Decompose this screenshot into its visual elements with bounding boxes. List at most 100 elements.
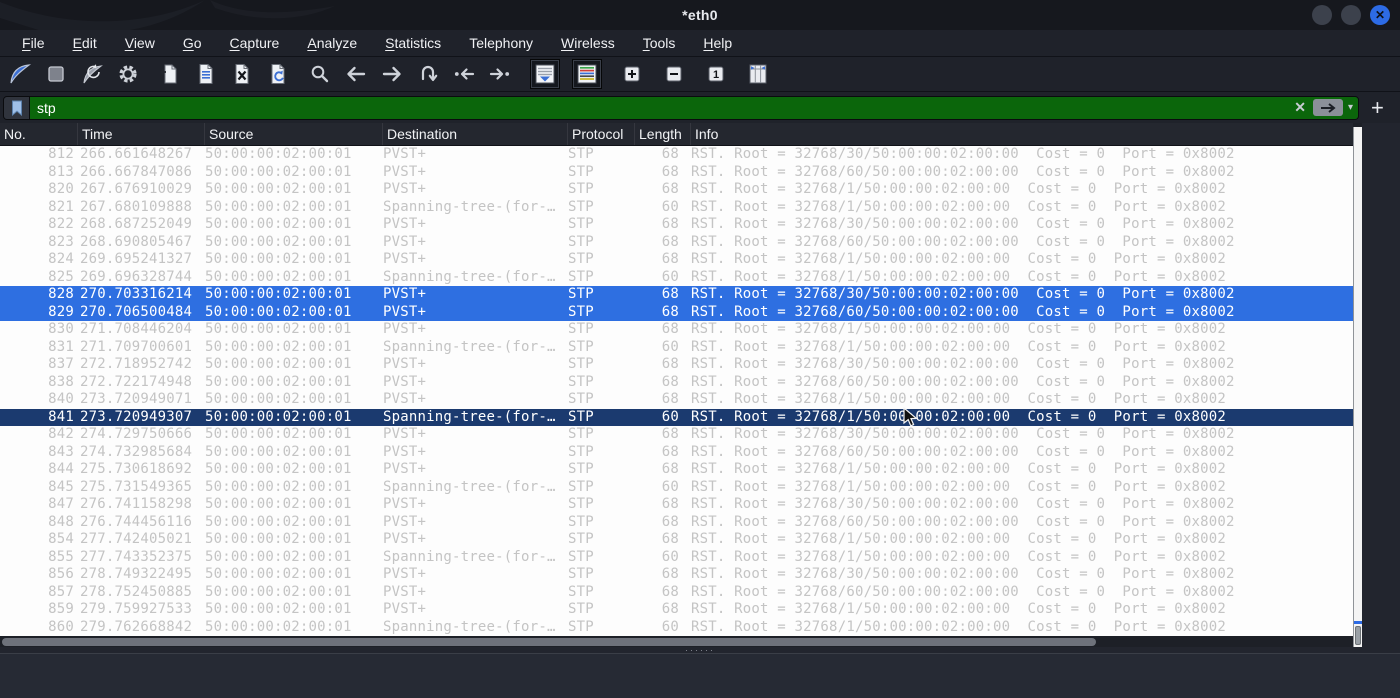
cell-time[interactable]: 277.743352375 (78, 549, 205, 567)
cell-destination[interactable]: PVST+ (383, 584, 568, 602)
cell-protocol[interactable]: STP (568, 199, 635, 217)
cell-destination[interactable]: PVST+ (383, 234, 568, 252)
cell-info[interactable]: RST. Root = 32768/1/50:00:00:02:00:00 Co… (685, 269, 1353, 287)
cell-time[interactable]: 269.696328744 (78, 269, 205, 287)
cell-protocol[interactable]: STP (568, 426, 635, 444)
cell-no[interactable]: 837 (0, 356, 78, 374)
cell-info[interactable]: RST. Root = 32768/30/50:00:00:02:00:00 C… (685, 216, 1353, 234)
cell-protocol[interactable]: STP (568, 531, 635, 549)
column-header-no[interactable]: No. (0, 123, 78, 145)
cell-protocol[interactable]: STP (568, 146, 635, 164)
cell-info[interactable]: RST. Root = 32768/1/50:00:00:02:00:00 Co… (685, 409, 1353, 427)
cell-length[interactable]: 68 (635, 391, 685, 409)
cell-no[interactable]: 843 (0, 444, 78, 462)
cell-no[interactable]: 820 (0, 181, 78, 199)
cell-no[interactable]: 842 (0, 426, 78, 444)
packet-row[interactable]: 820 267.676910029 50:00:00:02:00:01 PVST+ ST… (0, 181, 1353, 199)
packet-row[interactable]: 855 277.743352375 50:00:00:02:00:01 Spannin… (0, 549, 1353, 567)
cell-no[interactable]: 831 (0, 339, 78, 357)
cell-protocol[interactable]: STP (568, 286, 635, 304)
cell-protocol[interactable]: STP (568, 251, 635, 269)
cell-length[interactable]: 68 (635, 286, 685, 304)
cell-no[interactable]: 823 (0, 234, 78, 252)
cell-info[interactable]: RST. Root = 32768/1/50:00:00:02:00:00 Co… (685, 321, 1353, 339)
cell-no[interactable]: 845 (0, 479, 78, 497)
packet-row[interactable]: 824 269.695241327 50:00:00:02:00:01 PVST+ ST… (0, 251, 1353, 269)
auto-scroll-icon[interactable] (530, 59, 560, 89)
display-filter-field[interactable]: stp ✕ ▾ (3, 95, 1359, 120)
add-filter-button[interactable]: + (1371, 96, 1384, 118)
cell-time[interactable]: 274.732985684 (78, 444, 205, 462)
cell-time[interactable]: 279.762668842 (78, 619, 205, 637)
menu-help[interactable]: Help (689, 31, 746, 55)
cell-no[interactable]: 822 (0, 216, 78, 234)
cell-info[interactable]: RST. Root = 32768/60/50:00:00:02:00:00 C… (685, 444, 1353, 462)
packet-row[interactable]: 844 275.730618692 50:00:00:02:00:01 PVST+ ST… (0, 461, 1353, 479)
cell-length[interactable]: 60 (635, 549, 685, 567)
packet-row[interactable]: 847 276.741158298 50:00:00:02:00:01 PVST+ ST… (0, 496, 1353, 514)
cell-info[interactable]: RST. Root = 32768/1/50:00:00:02:00:00 Co… (685, 531, 1353, 549)
cell-time[interactable]: 266.661648267 (78, 146, 205, 164)
cell-source[interactable]: 50:00:00:02:00:01 (205, 304, 383, 322)
cell-destination[interactable]: PVST+ (383, 304, 568, 322)
cell-no[interactable]: 848 (0, 514, 78, 532)
cell-no[interactable]: 838 (0, 374, 78, 392)
cell-destination[interactable]: Spanning-tree-(for-… (383, 199, 568, 217)
packet-row[interactable]: 822 268.687252049 50:00:00:02:00:01 PVST+ ST… (0, 216, 1353, 234)
clear-filter-icon[interactable]: ✕ (1292, 99, 1308, 116)
cell-protocol[interactable]: STP (568, 584, 635, 602)
cell-length[interactable]: 68 (635, 514, 685, 532)
cell-protocol[interactable]: STP (568, 321, 635, 339)
cell-length[interactable]: 68 (635, 234, 685, 252)
maximize-button[interactable] (1341, 5, 1361, 25)
cell-length[interactable]: 60 (635, 339, 685, 357)
cell-source[interactable]: 50:00:00:02:00:01 (205, 601, 383, 619)
cell-no[interactable]: 841 (0, 409, 78, 427)
cell-info[interactable]: RST. Root = 32768/30/50:00:00:02:00:00 C… (685, 566, 1353, 584)
cell-protocol[interactable]: STP (568, 234, 635, 252)
cell-destination[interactable]: PVST+ (383, 216, 568, 234)
cell-protocol[interactable]: STP (568, 391, 635, 409)
cell-source[interactable]: 50:00:00:02:00:01 (205, 479, 383, 497)
cell-destination[interactable]: PVST+ (383, 601, 568, 619)
cell-length[interactable]: 68 (635, 426, 685, 444)
cell-source[interactable]: 50:00:00:02:00:01 (205, 619, 383, 637)
zoom-out-icon[interactable] (660, 60, 688, 88)
cell-protocol[interactable]: STP (568, 566, 635, 584)
cell-source[interactable]: 50:00:00:02:00:01 (205, 164, 383, 182)
cell-protocol[interactable]: STP (568, 304, 635, 322)
cell-protocol[interactable]: STP (568, 181, 635, 199)
cell-destination[interactable]: Spanning-tree-(for-… (383, 549, 568, 567)
cell-source[interactable]: 50:00:00:02:00:01 (205, 426, 383, 444)
menu-file[interactable]: File (8, 31, 59, 55)
packet-row[interactable]: 831 271.709700601 50:00:00:02:00:01 Spannin… (0, 339, 1353, 357)
packet-row[interactable]: 841 273.720949307 50:00:00:02:00:01 Spannin… (0, 408, 1353, 427)
packet-row[interactable]: 845 275.731549365 50:00:00:02:00:01 Spannin… (0, 479, 1353, 497)
cell-protocol[interactable]: STP (568, 444, 635, 462)
cell-length[interactable]: 60 (635, 409, 685, 427)
menu-view[interactable]: View (111, 31, 169, 55)
cell-no[interactable]: 856 (0, 566, 78, 584)
cell-info[interactable]: RST. Root = 32768/60/50:00:00:02:00:00 C… (685, 374, 1353, 392)
filter-bookmark-button[interactable] (4, 96, 30, 119)
cell-time[interactable]: 273.720949071 (78, 391, 205, 409)
cell-time[interactable]: 271.709700601 (78, 339, 205, 357)
cell-protocol[interactable]: STP (568, 409, 635, 427)
cell-length[interactable]: 68 (635, 251, 685, 269)
cell-info[interactable]: RST. Root = 32768/1/50:00:00:02:00:00 Co… (685, 601, 1353, 619)
cell-source[interactable]: 50:00:00:02:00:01 (205, 514, 383, 532)
packet-row[interactable]: 856 278.749322495 50:00:00:02:00:01 PVST+ ST… (0, 566, 1353, 584)
open-file-icon[interactable] (156, 60, 184, 88)
cell-time[interactable]: 275.731549365 (78, 479, 205, 497)
cell-length[interactable]: 68 (635, 216, 685, 234)
cell-destination[interactable]: PVST+ (383, 356, 568, 374)
cell-info[interactable]: RST. Root = 32768/60/50:00:00:02:00:00 C… (685, 164, 1353, 182)
cell-time[interactable]: 272.722174948 (78, 374, 205, 392)
packet-row[interactable]: 848 276.744456116 50:00:00:02:00:01 PVST+ ST… (0, 514, 1353, 532)
capture-options-gear-icon[interactable] (114, 60, 142, 88)
display-filter-input[interactable]: stp (30, 96, 1293, 119)
menu-tools[interactable]: Tools (629, 31, 690, 55)
menu-capture[interactable]: Capture (216, 31, 294, 55)
cell-info[interactable]: RST. Root = 32768/1/50:00:00:02:00:00 Co… (685, 549, 1353, 567)
cell-destination[interactable]: PVST+ (383, 286, 568, 304)
